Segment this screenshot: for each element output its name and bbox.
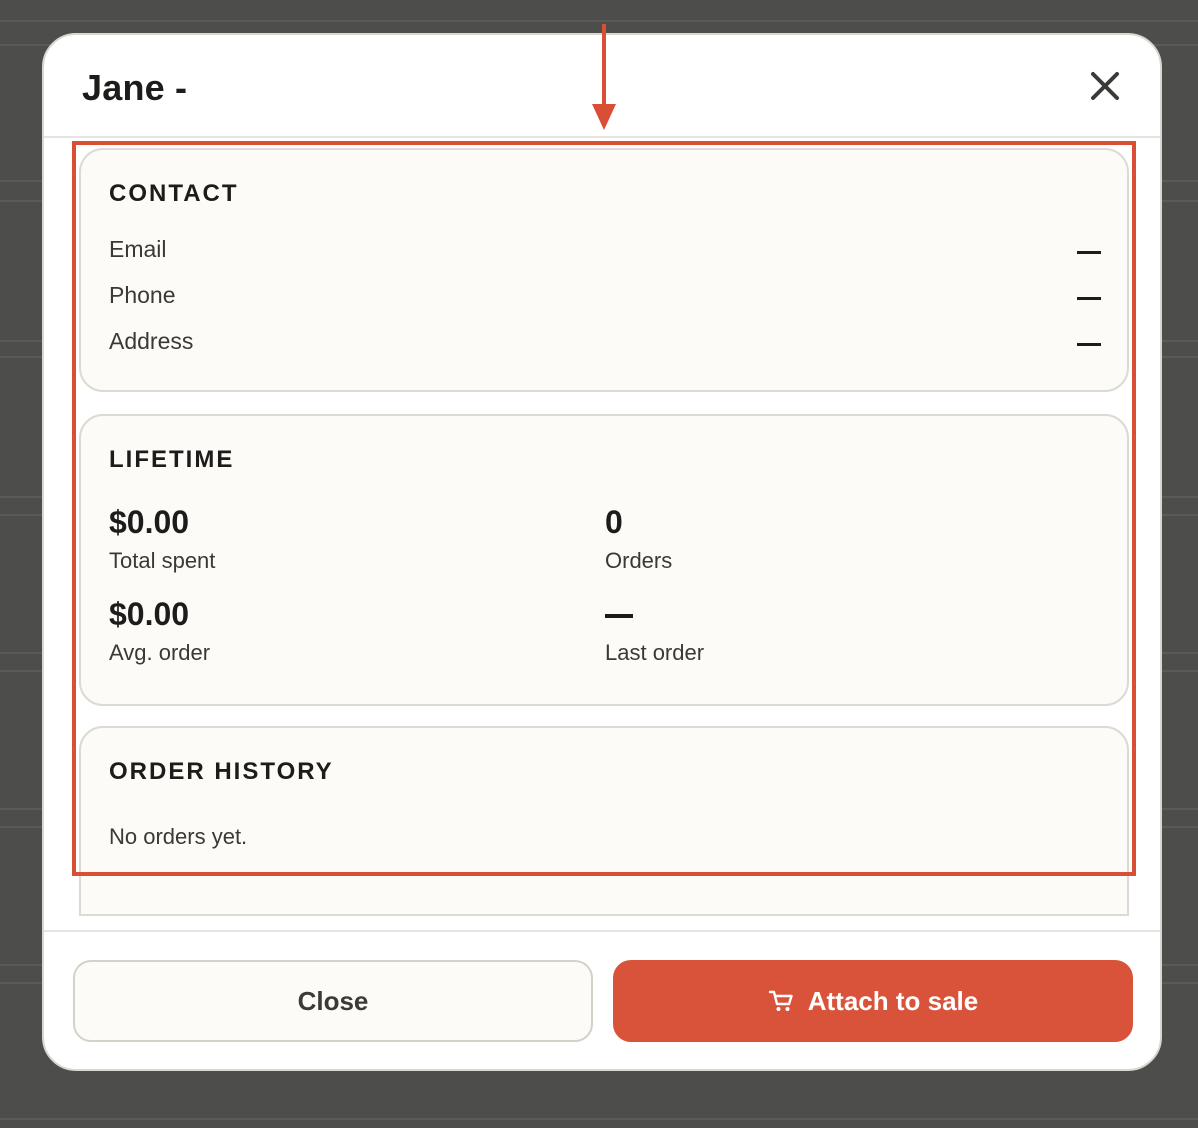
total-spent-value: $0.00 [109, 504, 190, 540]
lifetime-heading: LIFETIME [109, 446, 235, 473]
modal-title: Jane - [82, 67, 188, 108]
contact-phone-value [1077, 297, 1101, 300]
contact-email-label: Email [109, 236, 167, 262]
close-icon[interactable] [1084, 65, 1126, 107]
cart-icon [768, 990, 793, 1011]
modal-footer: Close Attach to sale [44, 930, 1160, 1069]
total-spent-label: Total spent [109, 548, 216, 573]
close-button[interactable]: Close [73, 960, 593, 1042]
contact-card: CONTACT Email Phone Address [79, 148, 1129, 392]
attach-to-sale-button[interactable]: Attach to sale [613, 960, 1133, 1042]
last-order-value [605, 614, 633, 618]
last-order-label: Last order [605, 640, 705, 665]
contact-phone-label: Phone [109, 282, 176, 308]
avg-order-value: $0.00 [109, 596, 190, 632]
contact-heading: CONTACT [109, 180, 239, 207]
customer-modal: Jane - CONTACT Email Phone Address LIFET… [42, 33, 1162, 1071]
order-history-empty: No orders yet. [109, 824, 248, 849]
contact-email-value [1077, 251, 1101, 254]
avg-order-label: Avg. order [109, 640, 211, 665]
orders-value: 0 [605, 504, 623, 540]
lifetime-card: LIFETIME $0.00 Total spent 0 Orders $0.0… [79, 414, 1129, 706]
orders-label: Orders [605, 548, 673, 573]
attach-button-label: Attach to sale [807, 985, 979, 1016]
modal-body[interactable]: CONTACT Email Phone Address LIFETIME $0.… [44, 140, 1160, 930]
contact-address-value [1077, 343, 1101, 346]
order-history-card: ORDER HISTORY No orders yet. [79, 726, 1129, 916]
order-history-heading: ORDER HISTORY [109, 758, 334, 785]
contact-address-label: Address [109, 328, 194, 354]
arrow-down-icon [588, 22, 620, 132]
close-button-label: Close [297, 985, 369, 1016]
